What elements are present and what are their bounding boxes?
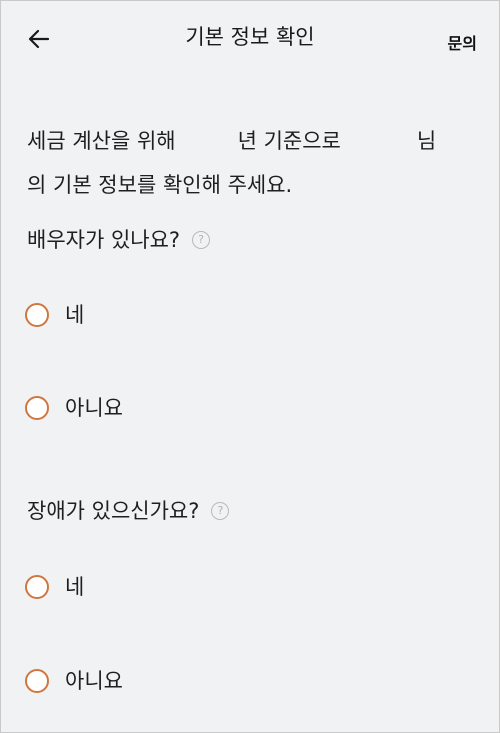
page-title: 기본 정보 확인 [185, 25, 315, 49]
spouse-option-no[interactable]: 아니요 [25, 393, 123, 423]
radio-button[interactable] [25, 669, 49, 693]
radio-button[interactable] [25, 303, 49, 327]
option-label: 아니요 [65, 669, 123, 693]
intro-line-1: 세금 계산을 위해 년 기준으로 님 [27, 125, 477, 157]
question-circle-icon[interactable]: ? [211, 502, 230, 520]
intro-line-2: 의 기본 정보를 확인해 주세요. [27, 173, 293, 197]
disability-option-yes[interactable]: 네 [25, 572, 84, 602]
intro-part-3: 님 [416, 129, 437, 153]
top-app-bar: 기본 정보 확인 문의 [1, 1, 499, 77]
radio-button[interactable] [25, 396, 49, 420]
intro-part-1: 세금 계산을 위해 [27, 129, 176, 153]
question-circle-icon[interactable]: ? [192, 231, 211, 249]
radio-button[interactable] [25, 575, 49, 599]
disability-option-no[interactable]: 아니요 [25, 666, 123, 696]
intro-text: 세금 계산을 위해 년 기준으로 님 의 기본 정보를 확인해 주세요. [27, 125, 477, 201]
disability-question-text: 장애가 있으신가요? [27, 499, 200, 523]
option-label: 아니요 [65, 396, 123, 420]
option-label: 네 [65, 303, 85, 327]
spouse-question-text: 배우자가 있나요? [27, 228, 181, 252]
disability-question: 장애가 있으신가요? ? [27, 496, 230, 526]
spouse-option-yes[interactable]: 네 [25, 300, 84, 330]
inquiry-button[interactable]: 문의 [448, 30, 477, 54]
option-label: 네 [65, 575, 85, 599]
spouse-question: 배우자가 있나요? ? [27, 225, 211, 255]
intro-part-2: 년 기준으로 [237, 129, 341, 153]
